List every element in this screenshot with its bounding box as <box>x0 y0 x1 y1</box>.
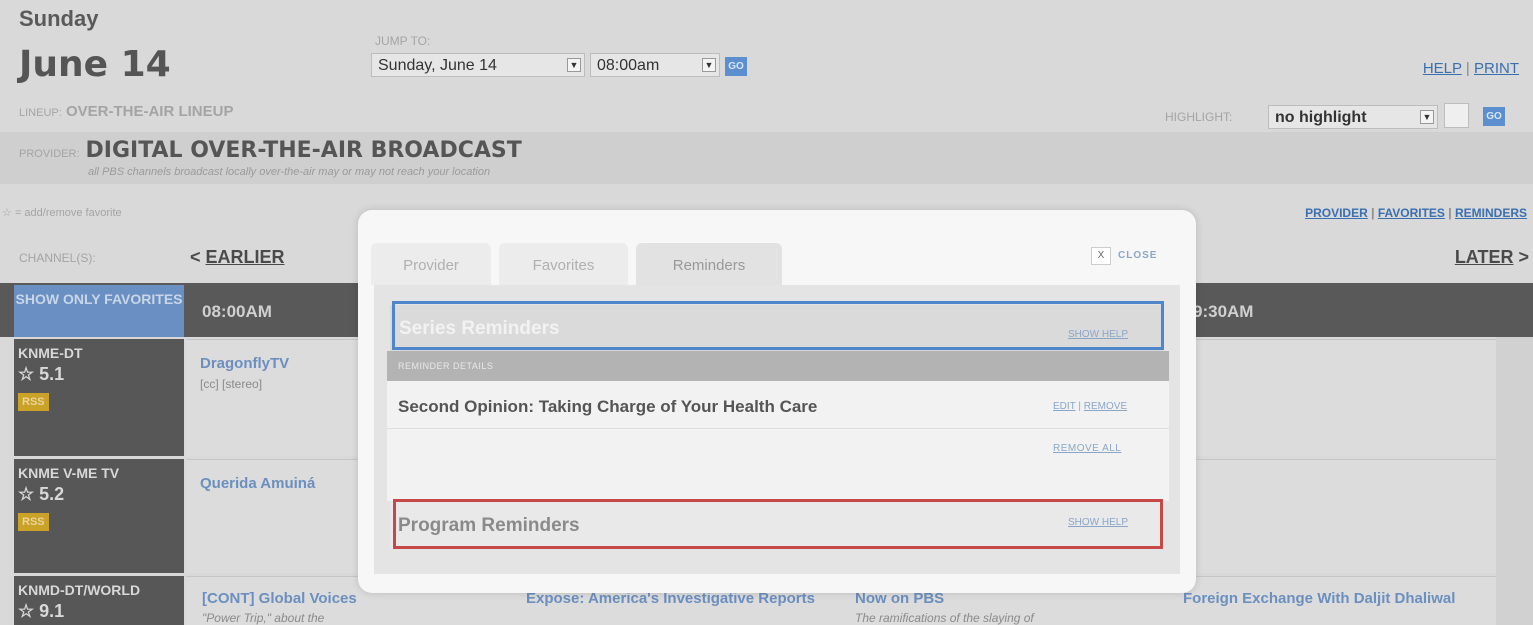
remove-reminder-link[interactable]: REMOVE <box>1084 401 1127 412</box>
day-label: Sunday <box>19 6 99 31</box>
program-link[interactable]: DragonflyTV <box>200 355 289 372</box>
reminder-details-label: REMINDER DETAILS <box>398 361 494 371</box>
lineup-value: OVER-THE-AIR LINEUP <box>65 103 234 120</box>
separator: | <box>1448 206 1452 220</box>
jump-time-value: 08:00am <box>597 57 660 74</box>
separator: | <box>1371 206 1375 220</box>
highlight-value: no highlight <box>1275 109 1367 126</box>
provider-note: all PBS channels broadcast locally over-… <box>88 166 491 178</box>
lineup-info: LINEUP: OVER-THE-AIR LINEUP <box>19 103 233 120</box>
jump-date-select[interactable]: Sunday, June 14 ▼ <box>371 53 585 77</box>
program-reminders-highlight-box <box>393 499 1163 549</box>
program-link[interactable]: [CONT] Global Voices <box>202 590 357 607</box>
edit-reminder-link[interactable]: EDIT <box>1053 401 1076 412</box>
program-link[interactable]: Querida Amuiná <box>200 475 315 492</box>
highlight-select[interactable]: no highlight ▼ <box>1268 105 1438 129</box>
time-slot-label: 9:30AM <box>1193 302 1254 321</box>
jump-go-button[interactable]: GO <box>725 57 747 76</box>
chevron-down-icon: ▼ <box>702 58 716 72</box>
help-print-links: HELP | PRINT <box>1423 60 1519 77</box>
channel-call-sign: KNME V-ME TV <box>18 465 120 481</box>
rss-badge[interactable]: RSS <box>18 393 49 411</box>
reminder-details-bar <box>387 351 1169 381</box>
view-tab-reminders[interactable]: REMINDERS <box>1455 206 1527 220</box>
jump-time-select[interactable]: 08:00am ▼ <box>590 53 720 77</box>
channel-call-sign: KNME-DT <box>18 345 83 361</box>
reminder-actions: EDIT | REMOVE <box>1053 401 1127 412</box>
star-icon: ☆ <box>2 207 12 219</box>
series-reminders-highlight-box <box>392 301 1164 350</box>
star-icon[interactable]: ☆ <box>18 601 34 621</box>
channel-cell: KNME V-ME TV ☆ 5.2 RSS <box>14 459 184 573</box>
channel-cell: KNMD-DT/WORLD ☆ 9.1 <box>14 576 184 625</box>
chevron-down-icon: ▼ <box>567 58 581 72</box>
program-tags: [cc] [stereo] <box>200 377 263 391</box>
star-icon[interactable]: ☆ <box>18 364 34 384</box>
reminder-title: Second Opinion: Taking Charge of Your He… <box>398 397 818 416</box>
view-tab-favorites[interactable]: FAVORITES <box>1378 206 1445 220</box>
earlier-link[interactable]: < EARLIER <box>190 247 285 268</box>
jump-to-label: JUMP TO: <box>375 34 431 48</box>
remove-all-row <box>387 429 1169 501</box>
channel-number: ☆ 5.2 <box>18 484 65 504</box>
later-link[interactable]: LATER > <box>1455 247 1529 268</box>
earlier-label: EARLIER <box>205 247 285 267</box>
star-icon[interactable]: ☆ <box>18 484 34 504</box>
chevron-down-icon: ▼ <box>1420 110 1434 124</box>
view-tab-provider[interactable]: PROVIDER <box>1305 206 1368 220</box>
channels-label: CHANNEL(S): <box>19 251 96 265</box>
channel-number: ☆ 5.1 <box>18 364 65 384</box>
favorites-hint: ☆ = add/remove favorite <box>2 206 122 219</box>
remove-all-link[interactable]: REMOVE ALL <box>1053 443 1121 454</box>
grid-right-edge <box>1496 337 1533 625</box>
help-link[interactable]: HELP <box>1423 60 1462 77</box>
lineup-label: LINEUP: <box>19 107 62 119</box>
provider-info: PROVIDER: DIGITAL OVER-THE-AIR BROADCAST <box>19 138 522 163</box>
date-title: June 14 <box>19 44 171 85</box>
separator: | <box>1465 60 1470 77</box>
channel-number: ☆ 9.1 <box>18 601 65 621</box>
channel-call-sign: KNMD-DT/WORLD <box>18 582 141 598</box>
time-slot-label: 08:00AM <box>202 302 272 321</box>
highlight-go-button[interactable]: GO <box>1483 107 1505 126</box>
print-link[interactable]: PRINT <box>1474 60 1519 77</box>
favorites-hint-text: = add/remove favorite <box>14 207 122 219</box>
separator: | <box>1078 401 1081 412</box>
provider-label: PROVIDER: <box>19 148 80 160</box>
jump-date-value: Sunday, June 14 <box>378 57 497 74</box>
rss-badge[interactable]: RSS <box>18 513 49 531</box>
highlight-label: HIGHLIGHT: <box>1165 110 1233 124</box>
provider-value: DIGITAL OVER-THE-AIR BROADCAST <box>85 138 522 163</box>
highlight-color-swatch[interactable] <box>1444 103 1469 128</box>
program-description: "Power Trip," about the <box>202 611 325 625</box>
later-label: LATER <box>1454 247 1514 267</box>
tab-reminders[interactable]: Reminders <box>636 243 782 285</box>
tab-provider[interactable]: Provider <box>371 243 491 285</box>
tab-favorites[interactable]: Favorites <box>499 243 628 285</box>
close-button[interactable]: CLOSE <box>1118 250 1157 261</box>
show-only-favorites-button[interactable]: SHOW ONLY FAVORITES <box>14 285 184 337</box>
program-link[interactable]: Foreign Exchange With Daljit Dhaliwal <box>1183 590 1493 608</box>
channel-cell: KNME-DT ☆ 5.1 RSS <box>14 339 184 456</box>
view-tabs: PROVIDER | FAVORITES | REMINDERS <box>1305 206 1527 220</box>
program-description: The ramifications of the slaying of <box>855 611 1034 625</box>
close-icon[interactable]: X <box>1091 247 1111 265</box>
